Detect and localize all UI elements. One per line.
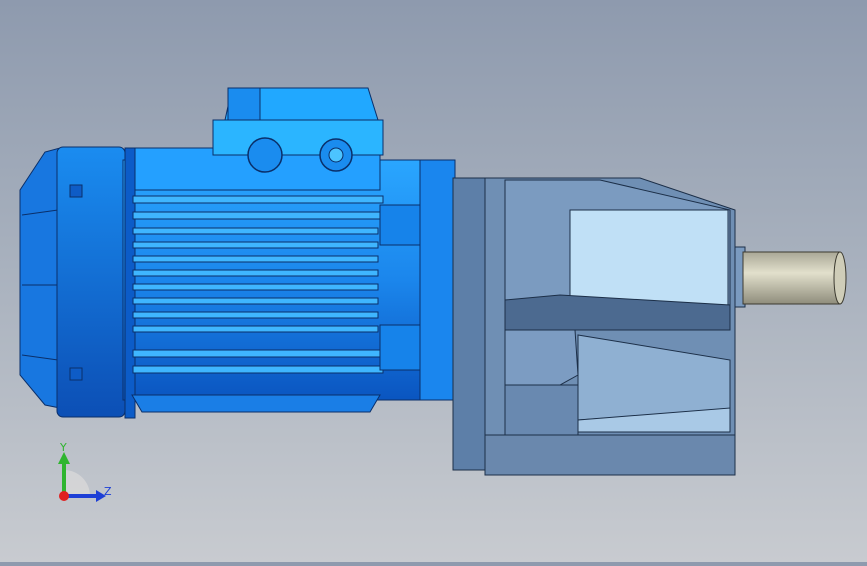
- 3d-viewport[interactable]: Y Z: [0, 0, 867, 562]
- axis-triad: Y Z: [58, 441, 112, 502]
- model-canvas[interactable]: [0, 0, 867, 562]
- terminal-box[interactable]: [134, 87, 384, 191]
- x-axis-origin: [59, 491, 69, 501]
- cable-gland-left: [247, 137, 283, 173]
- z-axis-label: Z: [104, 485, 112, 498]
- gearbox-housing[interactable]: [452, 177, 736, 476]
- output-shaft[interactable]: [734, 246, 847, 308]
- fan-cover[interactable]: [19, 146, 126, 418]
- y-axis-label: Y: [59, 441, 67, 454]
